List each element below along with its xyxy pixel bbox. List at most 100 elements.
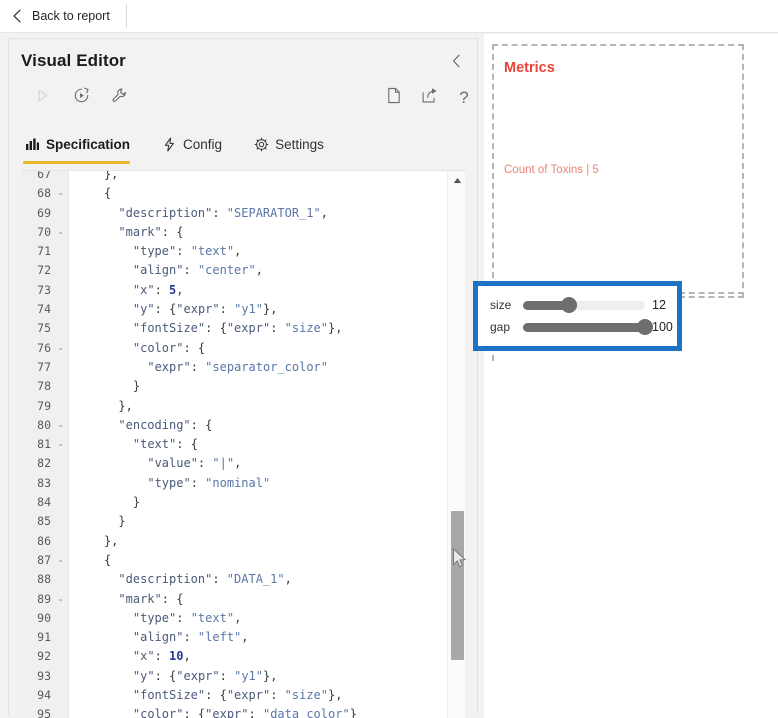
visual-editor-screen: Back to report Visual Editor ? Specifica…: [0, 0, 778, 718]
tab-settings-label: Settings: [275, 136, 324, 152]
lightning-icon: [162, 136, 177, 152]
top-navigation-bar: Back to report: [0, 0, 778, 33]
line-number: 90: [37, 610, 51, 625]
scrollbar-thumb[interactable]: [451, 511, 464, 660]
size-slider-label: size: [490, 298, 512, 312]
line-number: 70-: [22, 223, 68, 242]
code-line: },: [118, 398, 133, 413]
fold-toggle-icon[interactable]: -: [57, 435, 64, 454]
editor-toolbar: ?: [9, 83, 477, 117]
fold-toggle-icon[interactable]: -: [57, 184, 64, 203]
specification-code-editor[interactable]: 67 68- 69 70- 71 72 73 74 75 76-77 78 79 80-81- 82 83 8…: [22, 170, 465, 718]
fold-toggle-icon[interactable]: -: [57, 416, 64, 435]
code-line: "x": 10,: [132, 649, 191, 664]
metrics-visual-title: Metrics: [504, 60, 555, 76]
code-line: "x": 5,: [132, 282, 184, 297]
collapse-panel-button[interactable]: [443, 51, 469, 75]
bar-chart-icon: [25, 137, 40, 152]
new-specification-button[interactable]: [379, 83, 409, 113]
fold-toggle-icon[interactable]: -: [57, 223, 64, 242]
line-number: 67: [37, 170, 51, 181]
code-line: "fontSize": {"expr": "size"},: [132, 321, 343, 336]
gap-slider[interactable]: [523, 319, 653, 335]
code-line: "fontSize": {"expr": "size"},: [132, 688, 343, 703]
visual-preview-panel: Metrics Count of Toxins | 5: [484, 34, 778, 718]
code-line: "text": {: [132, 437, 198, 452]
gear-icon: [254, 137, 269, 152]
wrench-icon: [111, 87, 128, 109]
line-number: 81-: [22, 435, 68, 454]
gap-slider-label: gap: [490, 320, 511, 334]
visual-editor-panel: Visual Editor ? Specification Config Set…: [8, 38, 478, 718]
code-line: "color": {"expr": "data_color"}: [132, 707, 357, 718]
code-line: "y": {"expr": "y1"},: [132, 668, 278, 683]
code-text-area[interactable]: }, { "description": "SEPARATOR_1", "mark…: [69, 171, 446, 718]
tab-config[interactable]: Config: [160, 128, 236, 160]
tab-settings[interactable]: Settings: [252, 128, 338, 160]
toolbar-divider: [125, 4, 127, 28]
back-to-report-button[interactable]: Back to report: [0, 0, 124, 33]
code-line: "y": {"expr": "y1"},: [132, 302, 278, 317]
code-line: "color": {: [132, 340, 206, 355]
gap-slider-thumb[interactable]: [637, 319, 653, 335]
triangle-up-icon: [453, 171, 462, 189]
line-number: 95: [37, 707, 51, 718]
chevron-left-icon: [452, 54, 461, 73]
gap-slider-fill: [523, 322, 645, 332]
code-line: "align": "left",: [132, 630, 249, 645]
code-line: {: [103, 552, 112, 567]
question-mark-icon: ?: [459, 88, 469, 107]
parameter-sliders-highlight: size 12 gap 100: [473, 281, 682, 351]
fold-toggle-icon[interactable]: -: [57, 551, 64, 570]
line-number: 88: [37, 572, 51, 587]
line-number: 86: [37, 533, 51, 548]
line-number: 91: [37, 630, 51, 645]
apply-changes-button[interactable]: [27, 83, 57, 113]
code-line: "description": "SEPARATOR_1",: [118, 205, 328, 220]
fold-toggle-icon[interactable]: -: [57, 339, 64, 358]
line-number-gutter: 67 68- 69 70- 71 72 73 74 75 76-77 78 79 80-81- 82 83 8…: [22, 171, 69, 718]
tab-specification[interactable]: Specification: [23, 128, 144, 164]
line-number: 92: [37, 649, 51, 664]
line-number: 69: [37, 205, 51, 220]
code-line: "type": "nominal": [147, 475, 271, 490]
auto-apply-button[interactable]: [66, 83, 96, 113]
line-number: 83: [37, 475, 51, 490]
line-number: 76-: [22, 339, 68, 358]
code-line: "value": "|",: [147, 456, 242, 471]
line-number: 87-: [22, 551, 68, 570]
line-number: 84: [37, 495, 51, 510]
code-line: "expr": "separator_color": [147, 359, 328, 374]
share-export-icon: [421, 87, 439, 109]
code-line: "type": "text",: [132, 610, 242, 625]
help-button[interactable]: ?: [449, 83, 479, 113]
export-button[interactable]: [415, 83, 445, 113]
editor-tabs: Specification Config Settings: [23, 127, 354, 164]
chevron-left-icon: [12, 9, 22, 23]
editor-vertical-scrollbar[interactable]: [447, 171, 465, 718]
line-number: 68-: [22, 184, 68, 203]
circle-play-icon: [73, 87, 90, 109]
size-slider-row: size 12: [490, 295, 666, 315]
code-line: }: [132, 379, 141, 394]
line-number: 82: [37, 456, 51, 471]
line-number: 71: [37, 244, 51, 259]
page-title: Visual Editor: [21, 51, 126, 70]
code-line: }: [132, 495, 141, 510]
size-slider-thumb[interactable]: [561, 297, 578, 313]
back-to-report-label: Back to report: [32, 9, 110, 23]
repair-button[interactable]: [104, 83, 134, 113]
scroll-up-button[interactable]: [448, 171, 465, 188]
line-number: 75: [37, 321, 51, 336]
code-line: },: [103, 171, 119, 181]
code-line: "align": "center",: [132, 263, 263, 278]
page-icon: [386, 87, 402, 109]
line-number: 80-: [22, 416, 68, 435]
size-slider[interactable]: [523, 297, 645, 313]
metrics-visual-container[interactable]: Metrics Count of Toxins | 5: [492, 44, 744, 298]
line-number: 77: [37, 359, 51, 374]
fold-toggle-icon[interactable]: -: [57, 590, 64, 609]
tab-config-label: Config: [183, 136, 223, 152]
code-line: }: [118, 514, 126, 529]
code-line: "description": "DATA_1",: [118, 572, 292, 587]
